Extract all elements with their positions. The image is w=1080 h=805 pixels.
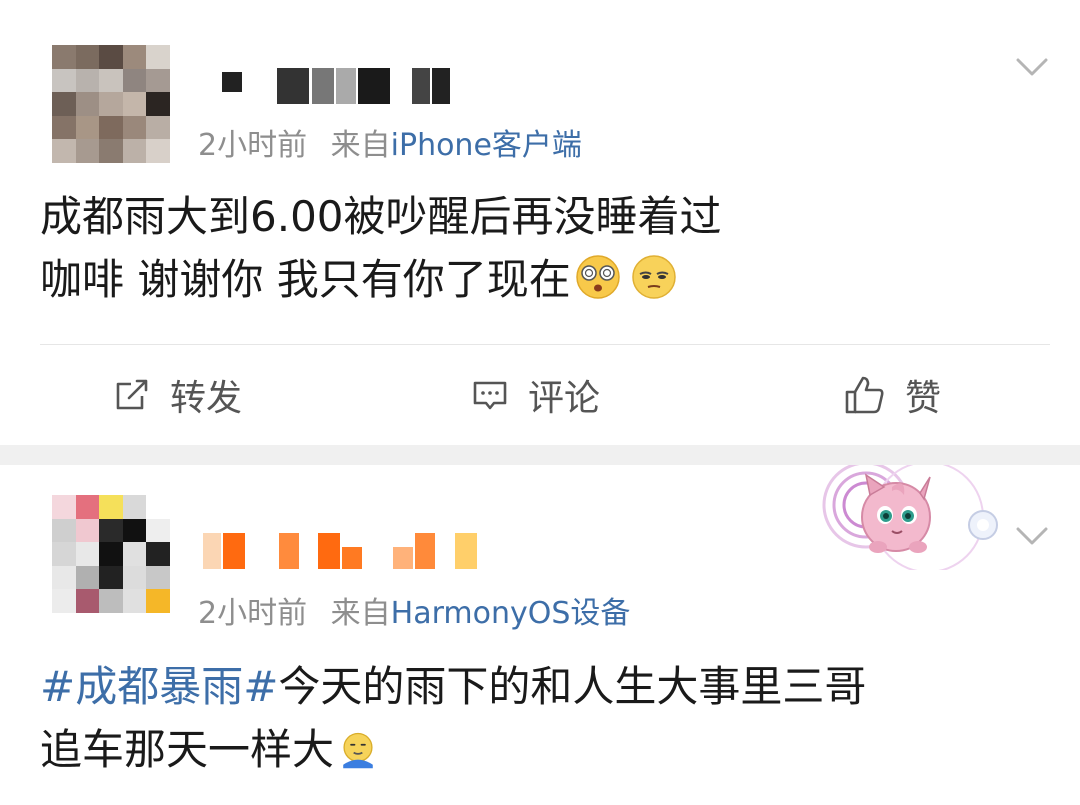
post-text: #成都暴雨#今天的雨下的和人生大事里三哥 追车那天一样大 <box>40 655 1040 781</box>
weibo-post-2: 2小时前 来自HarmonyOS设备 #成都暴雨#今天的雨下的和人生大事里三哥 … <box>0 465 1080 805</box>
sleepy-face-emoji <box>631 255 676 299</box>
username-pixelated[interactable] <box>203 533 488 569</box>
source-link[interactable]: iPhone客户端 <box>391 128 582 163</box>
post-text-line: 咖啡 谢谢你 我只有你了现在 <box>40 248 1040 311</box>
source-prefix: 来自 <box>330 128 391 163</box>
post-text-line: #成都暴雨#今天的雨下的和人生大事里三哥 <box>40 655 1040 718</box>
post-time: 2小时前 <box>198 596 308 631</box>
repost-icon <box>116 379 148 410</box>
username-pixelated[interactable] <box>222 68 452 104</box>
post-text-line: 追车那天一样大 <box>40 718 1040 781</box>
cold-face-emoji <box>343 732 373 769</box>
like-label: 赞 <box>905 378 942 419</box>
source-link[interactable]: HarmonyOS设备 <box>391 596 631 631</box>
avatar[interactable] <box>52 495 170 613</box>
post-time: 2小时前 <box>198 128 308 163</box>
jigglypuff-sticker-icon <box>822 465 998 570</box>
feed-separator <box>0 445 1080 465</box>
repost-button[interactable]: 转发 <box>112 370 242 420</box>
post-meta: 2小时前 来自iPhone客户端 <box>198 120 582 164</box>
comment-label: 评论 <box>528 378 601 419</box>
dizzy-eyes-emoji <box>575 255 620 299</box>
source-prefix: 来自 <box>330 596 391 631</box>
like-button[interactable]: 赞 <box>843 370 941 420</box>
thumbs-up-icon <box>845 376 884 414</box>
comment-button[interactable]: 评论 <box>470 370 600 420</box>
hashtag-link[interactable]: #成都暴雨# <box>40 662 278 711</box>
comment-icon <box>473 381 507 410</box>
post-text-line: 成都雨大到6.00被吵醒后再没睡着过 <box>40 192 722 241</box>
post-meta: 2小时前 来自HarmonyOS设备 <box>198 588 630 632</box>
weibo-post-1: 2小时前 来自iPhone客户端 成都雨大到6.00被吵醒后再没睡着过 咖啡 谢… <box>0 0 1080 445</box>
chevron-down-icon[interactable] <box>1010 44 1054 88</box>
post-text-span: 追车那天一样大 <box>40 725 335 774</box>
post-text-span: 今天的雨下的和人生大事里三哥 <box>278 662 867 711</box>
chevron-down-icon[interactable] <box>1010 513 1054 557</box>
repost-label: 转发 <box>170 378 243 419</box>
post-text-span: 咖啡 谢谢你 我只有你了现在 <box>40 255 571 304</box>
post-text: 成都雨大到6.00被吵醒后再没睡着过 咖啡 谢谢你 我只有你了现在 <box>40 185 1040 311</box>
divider <box>40 344 1050 345</box>
avatar[interactable] <box>52 45 170 163</box>
